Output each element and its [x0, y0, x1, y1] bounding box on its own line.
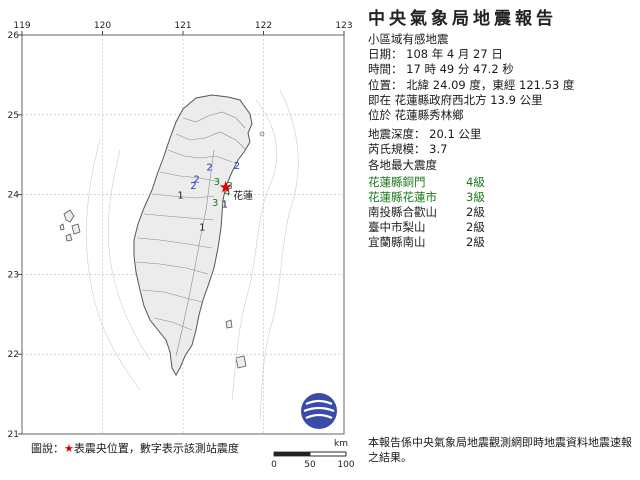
- intensity-row: 南投縣合歡山 2級: [368, 205, 636, 220]
- station-intensity: 1: [177, 191, 183, 202]
- depth-line: 地震深度： 20.1 公里: [368, 127, 482, 142]
- lon-tick-label: 119: [13, 21, 30, 31]
- intensity-location: 花蓮縣銅門: [368, 174, 426, 189]
- lon-tick-label: 120: [94, 21, 111, 31]
- located-line: 位於 花蓮縣秀林鄉: [368, 108, 464, 123]
- intensity-location: 南投縣合歡山: [368, 204, 437, 219]
- intensity-level: 4級: [466, 174, 485, 189]
- cwb-logo: [301, 393, 337, 429]
- time-line: 時間： 17 時 49 分 47.2 秒: [368, 62, 514, 77]
- intensity-list: 花蓮縣銅門 4級 花蓮縣花蓮市 3級 南投縣合歡山 2級 臺中市梨山 2級 宜蘭縣南山 2級: [368, 175, 636, 250]
- lat-tick-label: 23: [8, 270, 19, 280]
- station-intensity: 1: [222, 199, 228, 210]
- station-intensity: 3: [212, 198, 218, 209]
- scale-label-50: 50: [304, 460, 316, 470]
- lat-tick-label: 26: [8, 31, 20, 41]
- guishan-island: [259, 131, 265, 137]
- intensity-heading: 各地最大震度: [368, 157, 437, 172]
- orchid-island: [235, 355, 247, 369]
- intensity-location: 臺中市梨山: [368, 219, 426, 234]
- lat-tick-label: 25: [8, 111, 19, 121]
- footnote: 本報告係中央氣象局地震觀測網即時地震資料地震速報之結果。: [368, 436, 632, 464]
- intensity-location: 花蓮縣花蓮市: [368, 189, 437, 204]
- intensity-row: 臺中市梨山 2級: [368, 220, 636, 235]
- intensity-row: 花蓮縣花蓮市 3級: [368, 190, 636, 205]
- scale-unit: km: [334, 439, 348, 449]
- station-intensity: 2: [234, 161, 240, 172]
- scale-label-100: 100: [337, 460, 354, 470]
- lat-tick-label: 22: [8, 350, 19, 360]
- legend-star-icon: ★: [64, 442, 74, 455]
- date-line: 日期： 108 年 4 月 27 日: [368, 47, 503, 62]
- intensity-row: 花蓮縣銅門 4級: [368, 175, 636, 190]
- relative-position-line: 即在 花蓮縣政府西北方 13.9 公里: [368, 92, 543, 107]
- station-intensity: 2: [190, 181, 196, 192]
- position-line: 位置： 北緯 24.09 度，東經 121.53 度: [368, 77, 575, 92]
- report-subtitle: 小區域有感地震: [368, 32, 449, 46]
- scale-bar: km 0 50 100: [271, 439, 355, 470]
- magnitude-line: 芮氏規模： 3.7: [368, 142, 448, 157]
- intensity-location: 宜蘭縣南山: [368, 234, 426, 249]
- intensity-row: 宜蘭縣南山 2級: [368, 235, 636, 250]
- lat-tick-label: 21: [8, 430, 19, 440]
- page-title: 中央氣象局地震報告: [368, 9, 557, 29]
- intensity-level: 2級: [466, 234, 485, 249]
- scale-label-0: 0: [271, 460, 277, 470]
- report-panel: 中央氣象局地震報告 小區域有感地震 日期： 108 年 4 月 27 日 時間：…: [360, 8, 636, 250]
- legend-prefix: 圖說：: [31, 442, 64, 455]
- lon-tick-label: 123: [335, 21, 352, 31]
- intensity-level: 3級: [466, 189, 485, 204]
- station-intensity: 2: [206, 163, 212, 174]
- legend-text: 表震央位置，數字表示該測站震度: [73, 442, 239, 455]
- epicenter-star: ★: [218, 177, 232, 196]
- lat-tick-label: 24: [8, 191, 20, 201]
- intensity-level: 2級: [466, 204, 485, 219]
- lon-tick-label: 121: [174, 21, 191, 31]
- lon-tick-label: 122: [255, 21, 272, 31]
- legend: 圖說：★表震央位置，數字表示該測站震度: [31, 440, 239, 456]
- intensity-level: 2級: [466, 219, 485, 234]
- station-intensity: 1: [199, 223, 205, 234]
- hualien-label: 花蓮: [233, 189, 253, 202]
